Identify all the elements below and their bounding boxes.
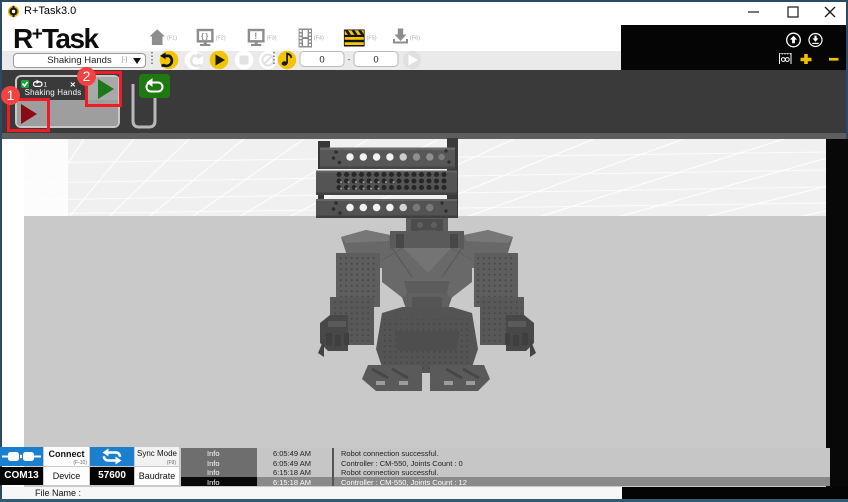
svg-text:(F2): (F2) — [216, 36, 226, 42]
svg-text:!: ! — [254, 31, 257, 41]
svg-text:(F3): (F3) — [267, 36, 277, 42]
svg-text:(F5): (F5) — [367, 36, 377, 42]
svg-text:-: - — [348, 55, 351, 65]
svg-text:0: 0 — [373, 55, 378, 66]
svg-text:{ }: { } — [201, 32, 208, 41]
svg-text:(F4): (F4) — [314, 36, 324, 42]
svg-text:(F1): (F1) — [167, 36, 177, 42]
svg-text:(F6): (F6) — [410, 36, 420, 42]
svg-text:0: 0 — [319, 55, 324, 66]
